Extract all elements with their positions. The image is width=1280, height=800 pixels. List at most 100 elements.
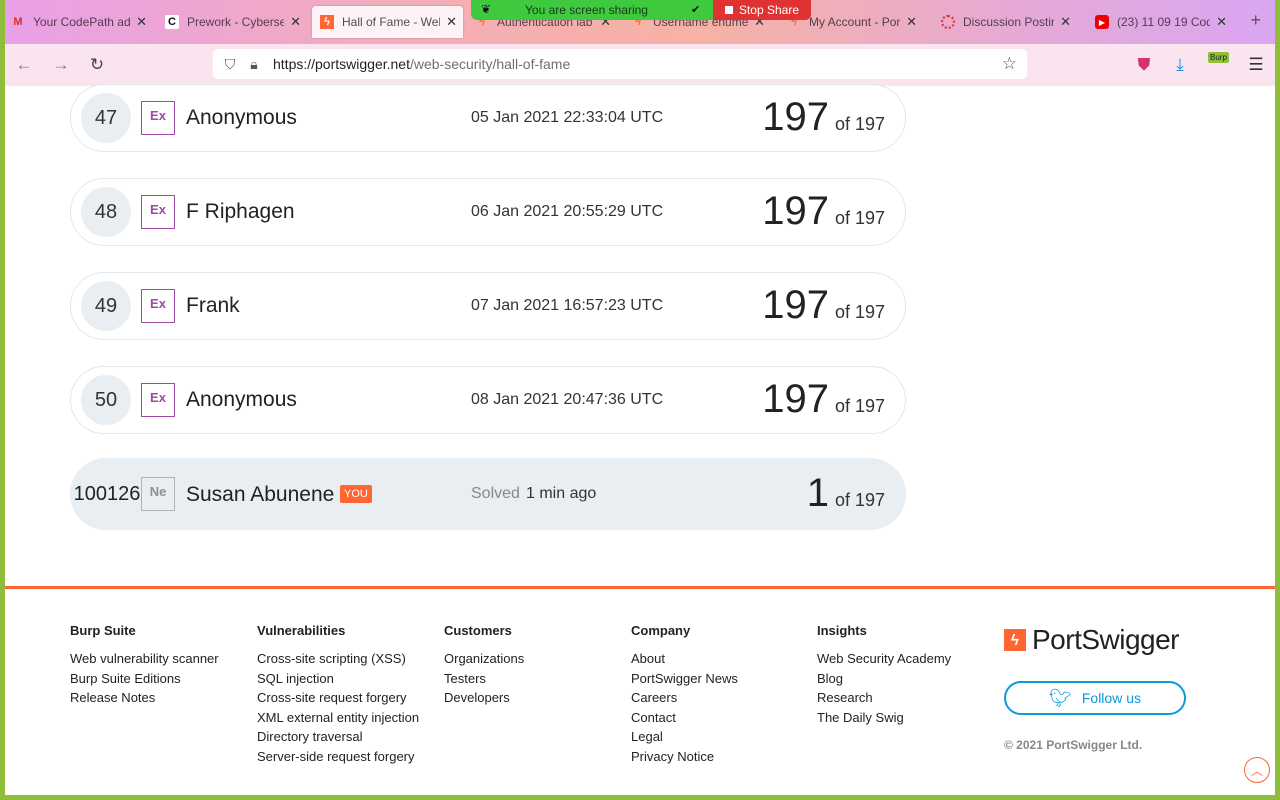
screen-share-bar: ❦ You are screen sharing ✔ Stop Share <box>471 0 811 20</box>
portswigger-icon: ϟ <box>320 15 334 29</box>
footer-column-customers: Customers Organizations Testers Develope… <box>444 623 525 705</box>
username: F Riphagen <box>186 200 295 223</box>
tab-prework[interactable]: C Prework - Cybersecurity ✕ <box>165 6 301 38</box>
username: Anonymous <box>186 388 297 411</box>
footer-link[interactable]: PortSwigger News <box>631 671 738 686</box>
footer-link[interactable]: Organizations <box>444 652 524 666</box>
close-tab-icon[interactable]: ✕ <box>1060 14 1071 30</box>
leaderboard-row: 48 Ex F Riphagen 06 Jan 2021 20:55:29 UT… <box>70 178 906 246</box>
footer-link[interactable]: Burp Suite Editions <box>70 671 219 686</box>
rank: 47 <box>81 93 131 143</box>
hall-of-fame-page: 47 Ex Anonymous 05 Jan 2021 22:33:04 UTC… <box>5 84 1275 795</box>
burp-extension-icon[interactable]: Burp <box>1208 52 1229 63</box>
download-icon[interactable]: ⤓ <box>1169 54 1191 76</box>
follow-us-button[interactable]: 🐦︎ Follow us <box>1004 681 1186 715</box>
footer-column-burp-suite: Burp Suite Web vulnerability scanner Bur… <box>70 623 219 705</box>
lock-icon: 🔒︎ <box>250 55 258 72</box>
score: 197 of 197 <box>762 377 885 421</box>
leaderboard-row: 47 Ex Anonymous 05 Jan 2021 22:33:04 UTC… <box>70 84 906 152</box>
score: 197 of 197 <box>762 283 885 327</box>
tab-strip: M Your CodePath admissions ✕ C Prework -… <box>5 0 1275 44</box>
footer-link[interactable]: Careers <box>631 691 738 705</box>
reload-icon[interactable]: ↻ <box>86 54 108 76</box>
gmail-icon: M <box>13 16 23 28</box>
loading-icon <box>941 15 955 29</box>
footer-column-vulnerabilities: Vulnerabilities Cross-site scripting (XS… <box>257 623 420 764</box>
completion-date: 07 Jan 2021 16:57:23 UTC <box>471 297 664 314</box>
shield-check-icon: ✔ <box>691 4 701 16</box>
portswigger-logo-icon: ϟ <box>1004 629 1026 651</box>
close-tab-icon[interactable]: ✕ <box>136 14 147 30</box>
footer-link[interactable]: Web Security Academy <box>817 652 951 666</box>
username: Frank <box>186 294 240 317</box>
stop-share-button[interactable]: Stop Share <box>713 0 811 20</box>
youtube-icon: ▶ <box>1095 15 1109 29</box>
close-tab-icon[interactable]: ✕ <box>906 14 917 30</box>
expert-badge-icon: Ex <box>141 289 175 323</box>
new-tab-icon[interactable]: + <box>1250 10 1261 31</box>
score: 1 of 197 <box>806 471 885 515</box>
footer-link[interactable]: Cross-site request forgery <box>257 691 419 705</box>
footer-link[interactable]: Release Notes <box>70 691 219 705</box>
tab-gmail[interactable]: M Your CodePath admissions ✕ <box>11 6 147 38</box>
close-tab-icon[interactable]: ✕ <box>290 14 301 30</box>
bookmark-star-icon[interactable]: ☆ <box>1002 54 1017 74</box>
address-bar[interactable]: ⛉ 🔒︎ https://portswigger.net/web-securit… <box>213 49 1027 79</box>
pocket-icon[interactable]: ⛊ <box>1133 54 1155 76</box>
expert-badge-icon: Ex <box>141 383 175 417</box>
completion-date: 08 Jan 2021 20:47:36 UTC <box>471 391 664 408</box>
shield-icon: ⛉ <box>224 55 236 72</box>
footer-link[interactable]: Blog <box>817 671 951 686</box>
username: Susan Abunene <box>186 483 335 506</box>
footer-link[interactable]: The Daily Swig <box>817 710 951 725</box>
score: 197 of 197 <box>762 189 885 233</box>
forward-icon[interactable]: → <box>50 54 72 76</box>
footer-link[interactable]: Directory traversal <box>257 730 419 744</box>
back-icon[interactable]: ← <box>13 54 35 76</box>
footer-link[interactable]: Contact <box>631 710 738 725</box>
rank: 100126 <box>73 482 141 505</box>
copyright: © 2021 PortSwigger Ltd. <box>1004 738 1143 752</box>
footer-link[interactable]: Cross-site scripting (XSS) <box>257 652 419 666</box>
codepath-icon: C <box>165 15 179 29</box>
footer-link[interactable]: About <box>631 652 738 666</box>
tab-hall-of-fame[interactable]: ϟ Hall of Fame - Web Security ✕ <box>312 6 463 38</box>
back-to-top-icon[interactable]: ︿ <box>1244 757 1270 783</box>
current-user-row: 100126 Ne Susan Abunene YOU Solved 1 min… <box>70 458 906 530</box>
footer-link[interactable]: Developers <box>444 691 524 705</box>
completion-date: 05 Jan 2021 22:33:04 UTC <box>471 109 664 126</box>
completion-date: 06 Jan 2021 20:55:29 UTC <box>471 203 664 220</box>
close-tab-icon[interactable]: ✕ <box>1216 14 1227 30</box>
expert-badge-icon: Ex <box>141 195 175 229</box>
browser-window: M Your CodePath admissions ✕ C Prework -… <box>5 0 1275 795</box>
rank: 49 <box>81 281 131 331</box>
footer-link[interactable]: SQL injection <box>257 671 419 686</box>
navigation-bar: ← → ↻ ⛉ 🔒︎ https://portswigger.net/web-s… <box>5 44 1275 87</box>
close-tab-icon[interactable]: ✕ <box>446 14 457 30</box>
score: 197 of 197 <box>762 95 885 139</box>
username: Anonymous <box>186 106 297 129</box>
footer-link[interactable]: XML external entity injection <box>257 710 419 725</box>
footer-link[interactable]: Web vulnerability scanner <box>70 652 219 666</box>
footer-link[interactable]: Server-side request forgery <box>257 749 419 764</box>
footer-column-insights: Insights Web Security Academy Blog Resea… <box>817 623 952 725</box>
novice-badge-icon: Ne <box>141 477 175 511</box>
portswigger-logo[interactable]: ϟ PortSwigger <box>1004 624 1180 656</box>
rank: 48 <box>81 187 131 237</box>
tab-discussion[interactable]: Discussion Posting ✕ <box>941 6 1071 38</box>
footer-link[interactable]: Research <box>817 691 951 705</box>
leaderboard-row: 49 Ex Frank 07 Jan 2021 16:57:23 UTC 197… <box>70 272 906 340</box>
expert-badge-icon: Ex <box>141 101 175 135</box>
footer-link[interactable]: Legal <box>631 730 738 744</box>
solved-label: Solved <box>471 485 520 502</box>
twitter-icon: 🐦︎ <box>1049 687 1072 708</box>
menu-icon[interactable]: ☰ <box>1245 54 1267 76</box>
rank: 50 <box>81 375 131 425</box>
you-badge: YOU <box>340 485 372 503</box>
leaf-icon: ❦ <box>481 2 492 16</box>
footer-link[interactable]: Testers <box>444 671 524 686</box>
footer-divider <box>5 586 1275 589</box>
solved-time: 1 min ago <box>526 485 597 502</box>
tab-youtube[interactable]: ▶ (23) 11 09 19 CodePath ✕ <box>1095 6 1227 38</box>
footer-link[interactable]: Privacy Notice <box>631 749 738 764</box>
